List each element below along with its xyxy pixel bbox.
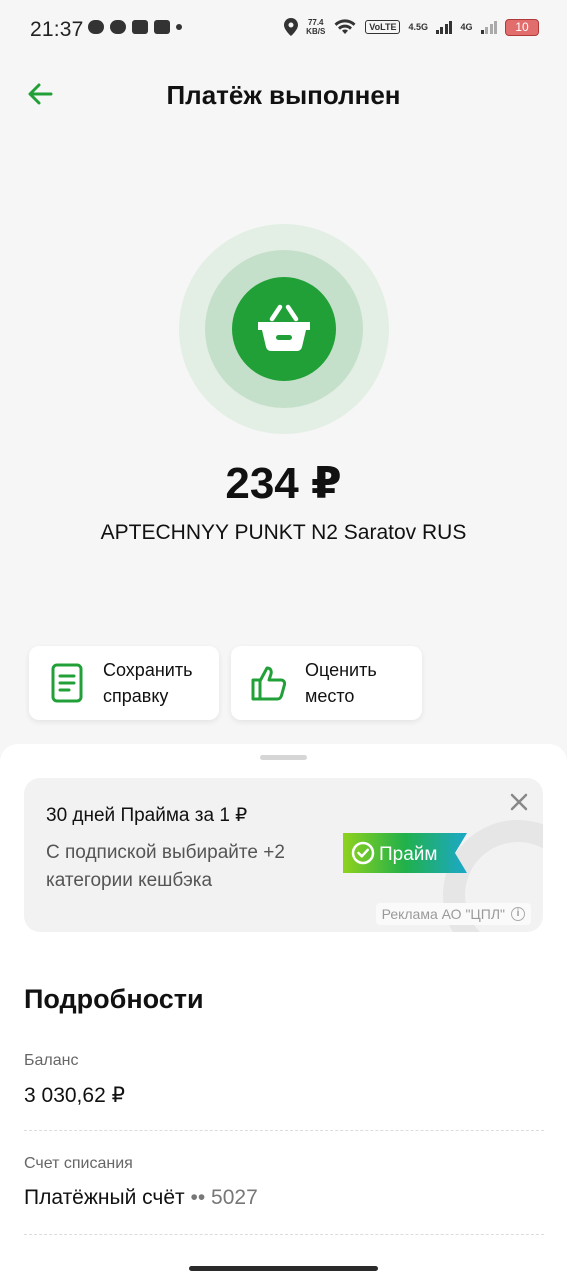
- battery-icon: 10: [505, 18, 539, 36]
- prime-badge: Прайм: [343, 833, 467, 873]
- category-badge: [232, 277, 336, 381]
- payment-amount: 234 ₽: [225, 459, 342, 508]
- signal-icon: [480, 20, 497, 34]
- wifi-icon: [334, 19, 356, 34]
- system-icons: 77.4 KB/S VoLTE 4.5G 4G 10: [284, 18, 539, 36]
- save-receipt-label-line1: Сохранить: [103, 660, 193, 680]
- account-value[interactable]: Платёжный счёт •• 5027: [24, 1186, 258, 1210]
- promo-text: С подпиской выбирайте +2 категории кешбэ…: [46, 842, 285, 891]
- document-icon: [47, 663, 87, 703]
- page-title: Платёж выполнен: [166, 80, 401, 110]
- ad-disclaimer-text: Реклама АО "ЦПЛ": [381, 906, 505, 922]
- ad-disclaimer[interactable]: Реклама АО "ЦПЛ" i: [375, 903, 531, 925]
- save-receipt-button[interactable]: Сохранить справку: [29, 646, 219, 720]
- rate-place-label-line2: место: [305, 686, 355, 706]
- top-bar: Платёж выполнен: [0, 62, 567, 126]
- speed-unit: KB/S: [306, 27, 326, 36]
- merchant-name: APTECHNYY PUNKT N2 Saratov RUS: [100, 521, 467, 544]
- signal-icon: [435, 20, 453, 34]
- home-indicator[interactable]: [189, 1266, 378, 1271]
- account-number-masked: •• 5027: [190, 1186, 258, 1209]
- account-label: Счет списания: [24, 1155, 133, 1172]
- status-time: 21:37: [30, 18, 84, 41]
- network-speed: 77.4 KB/S: [306, 18, 325, 36]
- promo-title: 30 дней Прайма за 1 ₽: [46, 805, 248, 826]
- sim2-network: 4G: [460, 22, 473, 32]
- details-title: Подробности: [24, 984, 204, 1014]
- speed-value: 77.4: [307, 18, 324, 27]
- sheet-drag-handle[interactable]: [260, 755, 307, 760]
- more-notifications-icon: [176, 24, 182, 30]
- rate-place-button[interactable]: Оценить место: [231, 646, 422, 720]
- balance-value: 3 030,62 ₽: [24, 1084, 125, 1107]
- close-icon: [510, 793, 528, 811]
- thumbs-up-icon: [249, 663, 289, 703]
- save-receipt-label: Сохранить справку: [103, 657, 192, 709]
- details-sheet[interactable]: 30 дней Прайма за 1 ₽ С подпиской выбира…: [0, 744, 567, 1280]
- promo-banner[interactable]: 30 дней Прайма за 1 ₽ С подпиской выбира…: [24, 778, 543, 932]
- video-icon: [154, 20, 170, 34]
- prime-badge-label: Прайм: [379, 844, 437, 865]
- location-icon: [284, 18, 299, 36]
- divider: [24, 1234, 544, 1235]
- sim1-network: 4.5G: [408, 22, 428, 32]
- volte-badge: VoLTE: [365, 20, 401, 34]
- app-notification-icon: [132, 20, 148, 34]
- notification-icons: [88, 20, 182, 34]
- message-icon: [88, 20, 104, 34]
- close-button[interactable]: [509, 792, 529, 812]
- rate-place-label-line1: Оценить: [305, 660, 377, 680]
- balance-label: Баланс: [24, 1052, 79, 1069]
- shopping-basket-icon: [258, 304, 310, 352]
- status-bar: 21:37 77.4 KB/S VoLTE 4.5G 4G 10: [0, 0, 567, 62]
- rate-place-label: Оценить место: [305, 657, 377, 709]
- account-name: Платёжный счёт: [24, 1186, 185, 1209]
- save-receipt-label-line2: справку: [103, 686, 169, 706]
- divider: [24, 1130, 544, 1131]
- info-icon: i: [511, 907, 525, 921]
- chat-icon: [110, 20, 126, 34]
